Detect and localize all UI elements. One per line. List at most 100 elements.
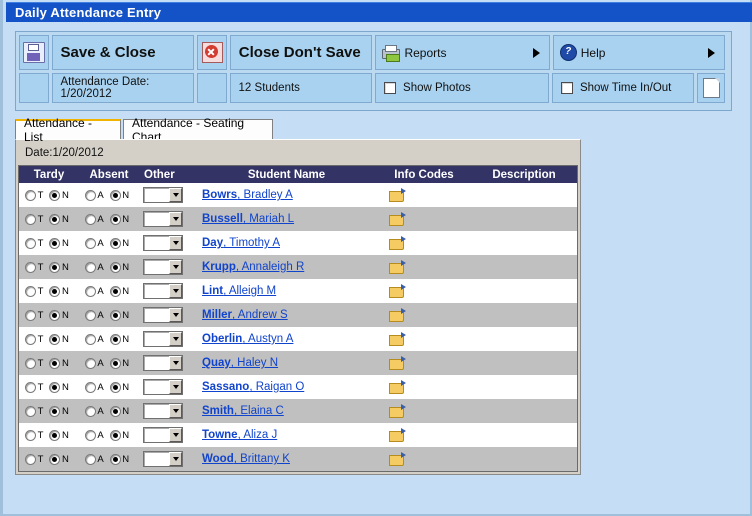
cell-info-codes[interactable] xyxy=(374,207,474,231)
radio-absent-no[interactable] xyxy=(109,213,121,225)
radio-absent-yes[interactable] xyxy=(84,285,96,297)
cell-student-name[interactable]: Day, Timothy A xyxy=(199,231,374,255)
other-code-dropdown[interactable] xyxy=(143,427,183,443)
chevron-down-icon[interactable] xyxy=(169,188,182,202)
cell-student-name[interactable]: Oberlin, Austyn A xyxy=(199,327,374,351)
cell-description[interactable] xyxy=(474,351,574,375)
page-button[interactable] xyxy=(697,73,726,103)
cell-absent[interactable]: AN xyxy=(79,183,139,207)
cell-description[interactable] xyxy=(474,255,574,279)
student-name-link[interactable]: Bussell, Mariah L xyxy=(202,213,294,225)
radio-tardy-no[interactable] xyxy=(49,453,61,465)
radio-absent-yes[interactable] xyxy=(84,357,96,369)
cell-description[interactable] xyxy=(474,399,574,423)
cell-student-name[interactable]: Sassano, Raigan O xyxy=(199,375,374,399)
cell-description[interactable] xyxy=(474,447,574,471)
cell-absent[interactable]: AN xyxy=(79,351,139,375)
radio-absent-no[interactable] xyxy=(109,261,121,273)
student-name-link[interactable]: Day, Timothy A xyxy=(202,237,280,249)
show-photos-checkbox-row[interactable]: Show Photos xyxy=(375,73,549,103)
tab-attendance-seating-chart[interactable]: Attendance - Seating Chart xyxy=(123,116,273,144)
radio-tardy-yes[interactable] xyxy=(25,357,37,369)
radio-absent-no[interactable] xyxy=(109,405,121,417)
radio-absent-yes[interactable] xyxy=(84,261,96,273)
table-row[interactable]: T N A N Bussell, Mariah L xyxy=(19,207,577,231)
radio-tardy-no[interactable] xyxy=(49,357,61,369)
save-close-icon-cell[interactable] xyxy=(19,35,49,70)
cell-absent[interactable]: AN xyxy=(79,303,139,327)
radio-tardy-no[interactable] xyxy=(49,261,61,273)
cell-other[interactable] xyxy=(139,327,199,351)
cell-student-name[interactable]: Bussell, Mariah L xyxy=(199,207,374,231)
cell-tardy[interactable]: TN xyxy=(19,327,79,351)
cell-other[interactable] xyxy=(139,231,199,255)
radio-tardy-no[interactable] xyxy=(49,189,61,201)
other-code-dropdown[interactable] xyxy=(143,331,183,347)
student-name-link[interactable]: Krupp, Annaleigh R xyxy=(202,261,304,273)
cell-absent[interactable]: AN xyxy=(79,231,139,255)
cell-description[interactable] xyxy=(474,423,574,447)
cell-info-codes[interactable] xyxy=(374,303,474,327)
cell-description[interactable] xyxy=(474,207,574,231)
student-name-link[interactable]: Sassano, Raigan O xyxy=(202,381,304,393)
cell-absent[interactable]: AN xyxy=(79,423,139,447)
cell-tardy[interactable]: TN xyxy=(19,183,79,207)
radio-tardy-no[interactable] xyxy=(49,405,61,417)
folder-icon[interactable] xyxy=(389,188,406,202)
radio-absent-no[interactable] xyxy=(109,429,121,441)
radio-tardy-no[interactable] xyxy=(49,237,61,249)
radio-absent-no[interactable] xyxy=(109,285,121,297)
cell-info-codes[interactable] xyxy=(374,375,474,399)
cell-description[interactable] xyxy=(474,327,574,351)
table-row[interactable]: T N A N Towne, Aliza J xyxy=(19,423,577,447)
radio-tardy-no[interactable] xyxy=(49,213,61,225)
radio-tardy-yes[interactable] xyxy=(25,237,37,249)
cell-info-codes[interactable] xyxy=(374,447,474,471)
student-name-link[interactable]: Smith, Elaina C xyxy=(202,405,284,417)
show-time-checkbox-row[interactable]: Show Time In/Out xyxy=(551,73,695,103)
cell-info-codes[interactable] xyxy=(374,279,474,303)
radio-tardy-no[interactable] xyxy=(49,285,61,297)
close-dont-save-button[interactable]: Close Don't Save xyxy=(229,35,373,70)
cell-tardy[interactable]: TN xyxy=(19,231,79,255)
cell-tardy[interactable]: TN xyxy=(19,351,79,375)
cell-tardy[interactable]: TN xyxy=(19,423,79,447)
cell-tardy[interactable]: TN xyxy=(19,207,79,231)
show-photos-checkbox[interactable] xyxy=(384,82,397,94)
student-name-link[interactable]: Towne, Aliza J xyxy=(202,429,277,441)
other-code-dropdown[interactable] xyxy=(143,451,183,467)
chevron-down-icon[interactable] xyxy=(169,452,182,466)
cell-student-name[interactable]: Miller, Andrew S xyxy=(199,303,374,327)
cell-description[interactable] xyxy=(474,279,574,303)
radio-absent-yes[interactable] xyxy=(84,189,96,201)
chevron-down-icon[interactable] xyxy=(169,428,182,442)
cell-tardy[interactable]: TN xyxy=(19,279,79,303)
cell-tardy[interactable]: TN xyxy=(19,375,79,399)
other-code-dropdown[interactable] xyxy=(143,379,183,395)
cell-tardy[interactable]: TN xyxy=(19,255,79,279)
folder-icon[interactable] xyxy=(389,452,406,466)
radio-tardy-yes[interactable] xyxy=(25,333,37,345)
table-row[interactable]: T N A N Wood, Brittany K xyxy=(19,447,577,471)
cell-student-name[interactable]: Krupp, Annaleigh R xyxy=(199,255,374,279)
radio-tardy-no[interactable] xyxy=(49,333,61,345)
cell-info-codes[interactable] xyxy=(374,255,474,279)
cell-info-codes[interactable] xyxy=(374,423,474,447)
radio-tardy-yes[interactable] xyxy=(25,213,37,225)
tab-attendance-list[interactable]: Attendance - List xyxy=(15,116,121,144)
cell-description[interactable] xyxy=(474,183,574,207)
student-name-link[interactable]: Lint, Alleigh M xyxy=(202,285,276,297)
chevron-down-icon[interactable] xyxy=(169,332,182,346)
other-code-dropdown[interactable] xyxy=(143,235,183,251)
cell-other[interactable] xyxy=(139,303,199,327)
radio-tardy-yes[interactable] xyxy=(25,381,37,393)
other-code-dropdown[interactable] xyxy=(143,259,183,275)
cell-student-name[interactable]: Smith, Elaina C xyxy=(199,399,374,423)
chevron-down-icon[interactable] xyxy=(169,308,182,322)
cell-absent[interactable]: AN xyxy=(79,327,139,351)
table-row[interactable]: T N A N Smith, Elaina C xyxy=(19,399,577,423)
chevron-down-icon[interactable] xyxy=(169,260,182,274)
other-code-dropdown[interactable] xyxy=(143,211,183,227)
cell-other[interactable] xyxy=(139,399,199,423)
cell-description[interactable] xyxy=(474,303,574,327)
